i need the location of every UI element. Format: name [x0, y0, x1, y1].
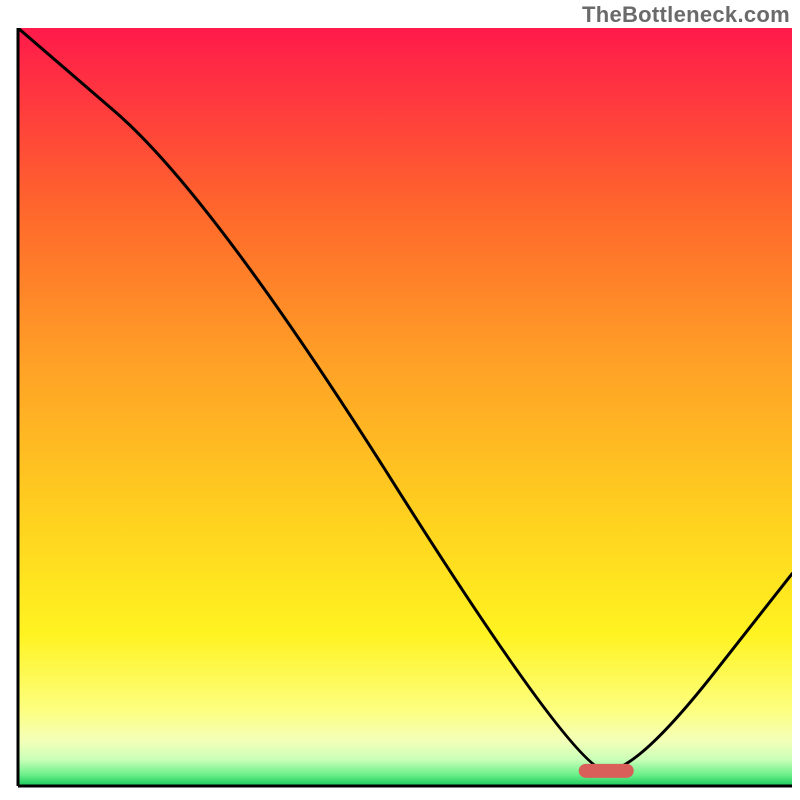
optimal-marker — [579, 764, 634, 778]
gradient-background — [18, 28, 792, 786]
watermark-label: TheBottleneck.com — [582, 2, 790, 28]
chart-svg — [0, 0, 800, 800]
bottleneck-chart: TheBottleneck.com — [0, 0, 800, 800]
